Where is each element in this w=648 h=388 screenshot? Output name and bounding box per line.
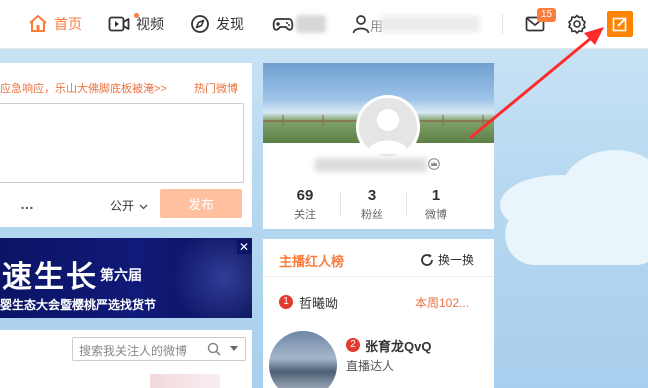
refresh-button[interactable]: 换一换	[420, 251, 474, 268]
stat-following-value: 69	[296, 187, 314, 204]
default-avatar-icon	[367, 109, 409, 154]
video-icon	[108, 16, 130, 32]
hot-streamer-card: 主播红人榜 换一换 1 哲曦呦 本周102... 2 张育龙QvQ 直播达人	[263, 239, 494, 388]
blurred-content	[296, 15, 326, 33]
banner-subtitle: 婴生态大会暨樱桃严选找货节	[0, 298, 157, 312]
promo-banner[interactable]: 速生长 第六届 婴生态大会暨樱桃严选找货节	[0, 238, 252, 318]
crown-icon[interactable]	[428, 158, 440, 170]
streamer-avatar[interactable]	[269, 331, 337, 388]
stat-followers[interactable]: 3 粉丝	[337, 187, 407, 222]
edit-icon	[612, 17, 627, 32]
background-cloud	[505, 205, 648, 265]
avatar[interactable]	[356, 95, 420, 159]
top-navigation-bar: 首页 视频 发现 用 15	[0, 0, 648, 49]
message-count-badge: 15	[537, 8, 557, 22]
nav-video[interactable]: 视频	[108, 12, 164, 36]
feed-search-input[interactable]: 搜索我关注人的微博	[72, 337, 246, 361]
feed-search-card: 搜索我关注人的微博	[0, 330, 252, 388]
nav-discover[interactable]: 发现	[190, 12, 244, 36]
visibility-select[interactable]: 公开	[110, 197, 148, 214]
rank-badge: 2	[346, 338, 360, 352]
search-dropdown-caret[interactable]	[230, 346, 238, 351]
post-textarea[interactable]	[0, 103, 244, 183]
refresh-label: 换一换	[438, 253, 475, 267]
blurred-profile-name	[315, 158, 427, 172]
banner-close-button[interactable]: ✕	[237, 240, 251, 254]
search-placeholder: 搜索我关注人的微博	[79, 344, 188, 358]
hot-item-subtitle: 直播达人	[346, 359, 395, 373]
home-icon	[29, 15, 47, 32]
nav-video-label: 视频	[136, 16, 164, 32]
video-notification-dot	[134, 13, 139, 18]
rank-badge: 1	[279, 295, 293, 309]
banner-headline: 速生长	[2, 260, 98, 295]
hot-item-name[interactable]: 张育龙QvQ	[365, 336, 431, 355]
nav-divider	[502, 14, 503, 34]
visibility-label: 公开	[110, 199, 135, 213]
hot-news-link[interactable]: 应急响应，乐山大佛脚底板被淹>>	[0, 80, 167, 96]
stat-followers-value: 3	[367, 187, 377, 204]
hot-item-extra: 本周102...	[415, 296, 470, 310]
nav-home-label: 首页	[54, 16, 82, 32]
compose-button[interactable]	[607, 11, 633, 37]
stat-following[interactable]: 69 关注	[270, 187, 340, 222]
stat-following-label: 关注	[294, 209, 316, 221]
nav-discover-label: 发现	[216, 16, 244, 32]
stat-followers-label: 粉丝	[361, 209, 383, 221]
refresh-icon	[421, 253, 433, 266]
gear-icon[interactable]	[567, 14, 587, 34]
search-icon[interactable]	[207, 342, 221, 356]
chevron-down-icon	[139, 204, 148, 210]
blurred-user-name	[380, 16, 480, 32]
feed-image-thumbnail	[150, 374, 220, 388]
stat-posts[interactable]: 1 微博	[401, 187, 471, 222]
stat-posts-label: 微博	[425, 209, 447, 221]
banner-edition: 第六届	[100, 268, 142, 284]
publish-button[interactable]: 发布	[160, 189, 242, 218]
hot-item-name[interactable]: 哲曦呦	[299, 293, 338, 312]
hot-weibo-link[interactable]: 热门微博	[194, 80, 238, 96]
user-icon[interactable]	[352, 14, 370, 34]
profile-card: 69 关注 3 粉丝 1 微博	[263, 63, 494, 229]
game-controller-icon[interactable]	[272, 14, 294, 34]
more-options-icon[interactable]: …	[20, 196, 35, 212]
compass-icon	[191, 15, 209, 33]
stat-posts-value: 1	[431, 187, 441, 204]
card-divider	[263, 276, 494, 277]
post-composer-card: 应急响应，乐山大佛脚底板被淹>> 热门微博 … 公开 发布	[0, 63, 252, 227]
hot-list-title: 主播红人榜	[279, 254, 345, 269]
nav-home[interactable]: 首页	[28, 12, 82, 36]
